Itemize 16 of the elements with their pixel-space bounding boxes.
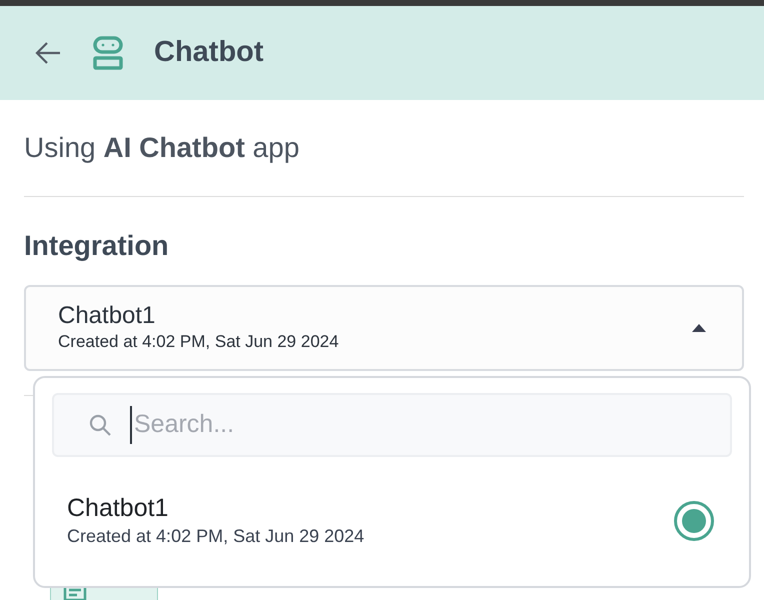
header-title: Chatbot [154, 35, 264, 70]
option-subtitle: Created at 4:02 PM, Sat Jun 29 2024 [67, 525, 364, 548]
integration-select[interactable]: Chatbot1 Created at 4:02 PM, Sat Jun 29 2024 [24, 285, 744, 371]
search-input[interactable]: Search... [130, 406, 730, 444]
select-subtitle: Created at 4:02 PM, Sat Jun 29 2024 [58, 331, 339, 353]
robot-icon [92, 36, 124, 70]
select-value: Chatbot1 [58, 302, 156, 330]
section-heading: Integration [24, 229, 170, 263]
search-icon [88, 413, 112, 437]
search-field[interactable]: Search... [52, 393, 732, 457]
radio-button[interactable] [674, 501, 714, 541]
caret-icon [692, 324, 706, 332]
option-name: Chatbot1 [67, 493, 170, 523]
back-arrow-icon [34, 41, 62, 65]
dropdown-option[interactable]: Chatbot1 Created at 4:02 PM, Sat Jun 29 2024 [52, 457, 732, 585]
intro-text: Using AI Chatbot app [24, 131, 300, 165]
